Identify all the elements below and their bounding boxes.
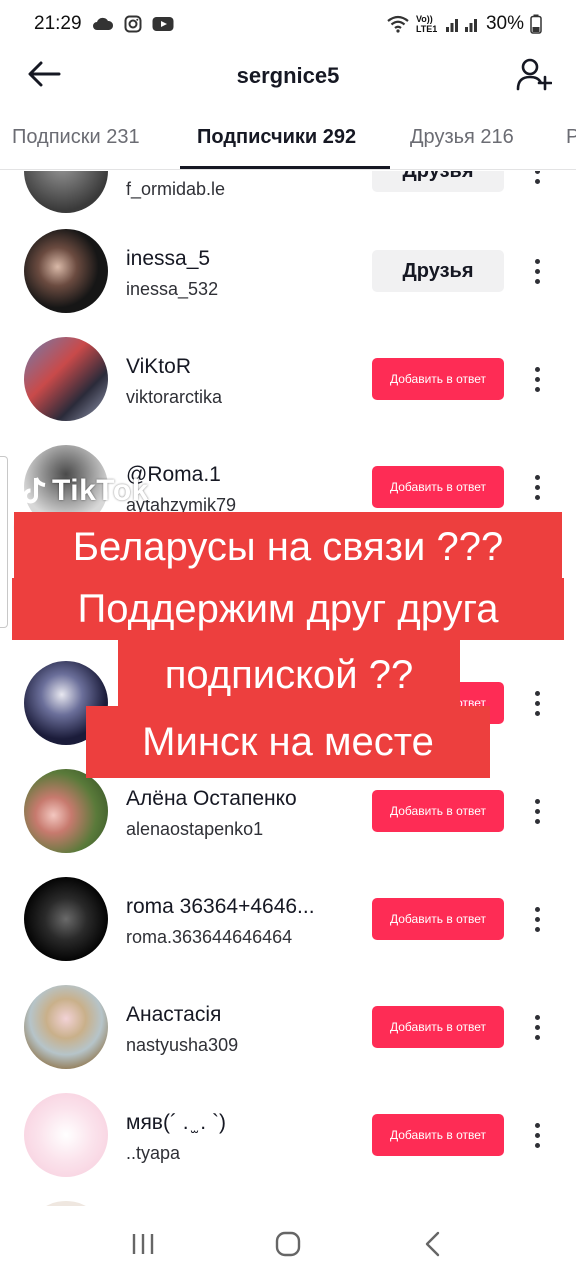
wifi-icon <box>386 15 410 33</box>
more-vertical-icon[interactable] <box>522 251 552 291</box>
status-right: Vo)) LTE1 30% <box>386 13 542 35</box>
instagram-icon <box>124 15 142 33</box>
tab-bar: Подписки 231 Подписчики 292 Друзья 216 Р <box>0 112 576 170</box>
status-time: 21:29 <box>34 13 82 34</box>
user-handle: ..tyapa <box>126 1143 181 1163</box>
back-button[interactable] <box>22 54 66 98</box>
home-icon <box>275 1231 301 1257</box>
user-name: @Roma.1 <box>126 463 221 486</box>
status-bar: 21:29 Vo)) LTE1 30% <box>0 0 576 48</box>
more-vertical-icon[interactable] <box>522 899 552 939</box>
user-handle: f_ormidab.le <box>126 179 226 199</box>
list-item[interactable]: ViKtoR viktorarctika Добавить в ответ <box>0 325 576 433</box>
more-vertical-icon[interactable] <box>522 467 552 507</box>
battery-percent: 30% <box>485 13 524 34</box>
follow-back-button[interactable]: Добавить в ответ <box>372 1006 504 1048</box>
more-vertical-icon[interactable] <box>522 171 552 191</box>
avatar[interactable] <box>24 877 108 961</box>
nav-back-button[interactable] <box>403 1214 463 1274</box>
caption-line-4: Минск на месте <box>86 706 490 778</box>
user-name: Анастасія <box>126 1003 222 1026</box>
avatar[interactable] <box>24 1201 108 1206</box>
recent-apps-button[interactable] <box>113 1214 173 1274</box>
profile-header: sergnice5 <box>0 48 576 104</box>
network-label: Vo)) LTE1 <box>415 14 438 34</box>
friends-button[interactable]: Друзья <box>372 250 504 292</box>
list-item[interactable]: inessa_5 inessa_532 Друзья <box>0 217 576 325</box>
list-item[interactable] <box>0 1189 576 1206</box>
avatar[interactable] <box>24 1093 108 1177</box>
home-button[interactable] <box>258 1214 318 1274</box>
user-handle: inessa_532 <box>126 279 219 299</box>
list-item[interactable]: roma 36364+4646... roma.363644646464 Доб… <box>0 865 576 973</box>
caption-line-1: Беларусы на связи ??? <box>14 512 562 582</box>
add-user-icon <box>516 57 553 96</box>
user-handle: viktorarctika <box>126 387 223 407</box>
back-icon <box>426 1231 440 1257</box>
follow-back-button[interactable]: Добавить в ответ <box>372 898 504 940</box>
follow-back-button[interactable]: Добавить в ответ <box>372 358 504 400</box>
more-vertical-icon[interactable] <box>522 359 552 399</box>
user-handle: roma.363644646464 <box>126 927 293 947</box>
battery-icon <box>530 14 542 34</box>
follow-back-button[interactable]: Добавить в ответ <box>372 790 504 832</box>
active-tab-indicator <box>180 166 390 169</box>
follow-back-button[interactable]: Добавить в ответ <box>372 466 504 508</box>
user-name: Алёна Остапенко <box>126 787 297 810</box>
user-handle: nastyusha309 <box>126 1035 239 1055</box>
back-arrow-icon <box>27 61 61 92</box>
friends-button[interactable]: Друзья <box>372 171 504 192</box>
more-vertical-icon[interactable] <box>522 791 552 831</box>
avatar[interactable] <box>24 769 108 853</box>
list-item[interactable]: Анастасія nastyusha309 Добавить в ответ <box>0 973 576 1081</box>
caption-line-3: подпиской ?? <box>118 640 460 710</box>
user-name: inessa_5 <box>126 247 211 270</box>
user-name: мяв(´ . ̫ . `) <box>126 1111 226 1134</box>
avatar[interactable] <box>24 229 108 313</box>
tab-followers[interactable]: Подписчики 292 <box>197 126 356 149</box>
list-item[interactable]: мяв(´ . ̫ . `) ..tyapa Добавить в ответ <box>0 1081 576 1189</box>
recent-apps-icon <box>132 1234 153 1254</box>
more-vertical-icon[interactable] <box>522 1115 552 1155</box>
status-left: 21:29 <box>34 13 174 35</box>
tab-more[interactable]: Р <box>566 126 576 149</box>
user-name: roma 36364+4646... <box>126 895 315 918</box>
more-vertical-icon[interactable] <box>522 683 552 723</box>
avatar[interactable] <box>24 171 108 213</box>
youtube-icon <box>152 16 174 32</box>
signal-icon <box>445 15 480 33</box>
avatar[interactable] <box>24 337 108 421</box>
edge-panel-handle[interactable] <box>0 456 8 628</box>
avatar[interactable] <box>24 985 108 1069</box>
page-title: sergnice5 <box>236 63 340 88</box>
cloud-icon <box>92 17 114 31</box>
system-nav-bar <box>0 1208 576 1280</box>
tab-friends[interactable]: Друзья 216 <box>410 126 514 149</box>
caption-line-2: Поддержим друг друга <box>12 578 564 640</box>
tab-following[interactable]: Подписки 231 <box>12 126 140 149</box>
more-vertical-icon[interactable] <box>522 1007 552 1047</box>
user-handle: alenaostapenko1 <box>126 819 264 839</box>
add-user-button[interactable] <box>510 52 558 100</box>
follow-back-button[interactable]: Добавить в ответ <box>372 1114 504 1156</box>
user-name: ViKtoR <box>126 355 191 378</box>
